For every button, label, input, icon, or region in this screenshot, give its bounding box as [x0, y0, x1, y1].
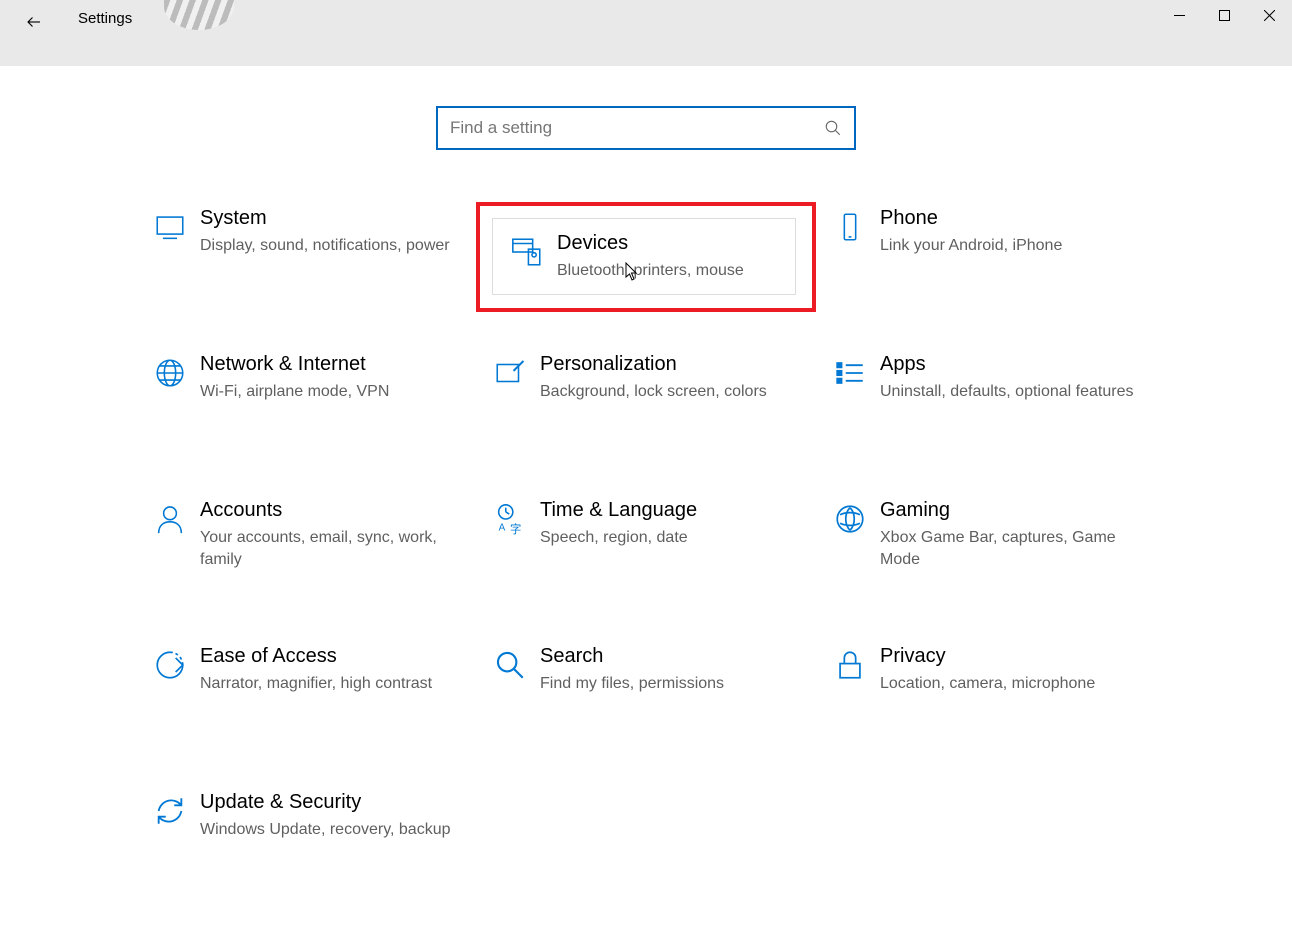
tile-subtitle: Speech, region, date [540, 527, 800, 549]
personalization-icon [480, 352, 540, 390]
search-icon [824, 119, 842, 137]
tile-subtitle: Bluetooth, printers, mouse [557, 260, 779, 282]
time-language-icon: A 字 [480, 498, 540, 536]
privacy-icon [820, 644, 880, 682]
tile-subtitle: Link your Android, iPhone [880, 235, 1140, 257]
tile-title: System [200, 206, 460, 231]
tile-title: Update & Security [200, 790, 460, 815]
phone-icon [820, 206, 880, 244]
system-icon [140, 206, 200, 244]
minimize-button[interactable] [1157, 0, 1202, 30]
settings-tiles-grid: System Display, sound, notifications, po… [136, 202, 1156, 896]
tile-apps[interactable]: Apps Uninstall, defaults, optional featu… [816, 348, 1156, 458]
tile-title: Network & Internet [200, 352, 460, 377]
update-security-icon [140, 790, 200, 828]
tile-subtitle: Xbox Game Bar, captures, Game Mode [880, 527, 1140, 570]
tile-network[interactable]: Network & Internet Wi-Fi, airplane mode,… [136, 348, 476, 458]
svg-text:字: 字 [510, 522, 521, 536]
tile-subtitle: Windows Update, recovery, backup [200, 819, 460, 841]
tile-accounts[interactable]: Accounts Your accounts, email, sync, wor… [136, 494, 476, 604]
titlebar: Settings [0, 0, 1292, 66]
tile-title: Time & Language [540, 498, 800, 523]
tile-devices[interactable]: Devices Bluetooth, printers, mouse [476, 202, 816, 312]
tile-subtitle: Find my files, permissions [540, 673, 800, 695]
tile-subtitle: Background, lock screen, colors [540, 381, 800, 403]
window-controls [1157, 0, 1292, 30]
tile-title: Personalization [540, 352, 800, 377]
search-tile-icon [480, 644, 540, 682]
devices-icon [497, 231, 557, 269]
avatar [164, 0, 234, 30]
ease-of-access-icon [140, 644, 200, 682]
tile-title: Apps [880, 352, 1140, 377]
tile-subtitle: Wi-Fi, airplane mode, VPN [200, 381, 460, 403]
tile-subtitle: Uninstall, defaults, optional features [880, 381, 1140, 403]
tile-system[interactable]: System Display, sound, notifications, po… [136, 202, 476, 312]
search-box[interactable] [436, 106, 856, 150]
tile-title: Search [540, 644, 800, 669]
tile-title: Gaming [880, 498, 1140, 523]
tile-personalization[interactable]: Personalization Background, lock screen,… [476, 348, 816, 458]
tile-subtitle: Location, camera, microphone [880, 673, 1140, 695]
tile-phone[interactable]: Phone Link your Android, iPhone [816, 202, 1156, 312]
tile-privacy[interactable]: Privacy Location, camera, microphone [816, 640, 1156, 750]
accounts-icon [140, 498, 200, 536]
tile-title: Privacy [880, 644, 1140, 669]
tile-title: Ease of Access [200, 644, 460, 669]
tile-title: Phone [880, 206, 1140, 231]
tile-ease-of-access[interactable]: Ease of Access Narrator, magnifier, high… [136, 640, 476, 750]
tile-subtitle: Your accounts, email, sync, work, family [200, 527, 460, 570]
tile-gaming[interactable]: Gaming Xbox Game Bar, captures, Game Mod… [816, 494, 1156, 604]
maximize-button[interactable] [1202, 0, 1247, 30]
gaming-icon [820, 498, 880, 536]
svg-text:A: A [499, 522, 506, 533]
tile-update-security[interactable]: Update & Security Windows Update, recove… [136, 786, 476, 896]
settings-home: System Display, sound, notifications, po… [0, 66, 1292, 896]
tile-title: Devices [557, 231, 779, 256]
tile-time-language[interactable]: A 字 Time & Language Speech, region, date [476, 494, 816, 604]
tile-title: Accounts [200, 498, 460, 523]
window-title: Settings [78, 10, 132, 27]
back-button[interactable] [24, 12, 44, 32]
network-icon [140, 352, 200, 390]
tile-subtitle: Narrator, magnifier, high contrast [200, 673, 460, 695]
tile-search[interactable]: Search Find my files, permissions [476, 640, 816, 750]
search-input[interactable] [450, 118, 824, 138]
close-button[interactable] [1247, 0, 1292, 30]
tile-subtitle: Display, sound, notifications, power [200, 235, 460, 257]
apps-icon [820, 352, 880, 390]
